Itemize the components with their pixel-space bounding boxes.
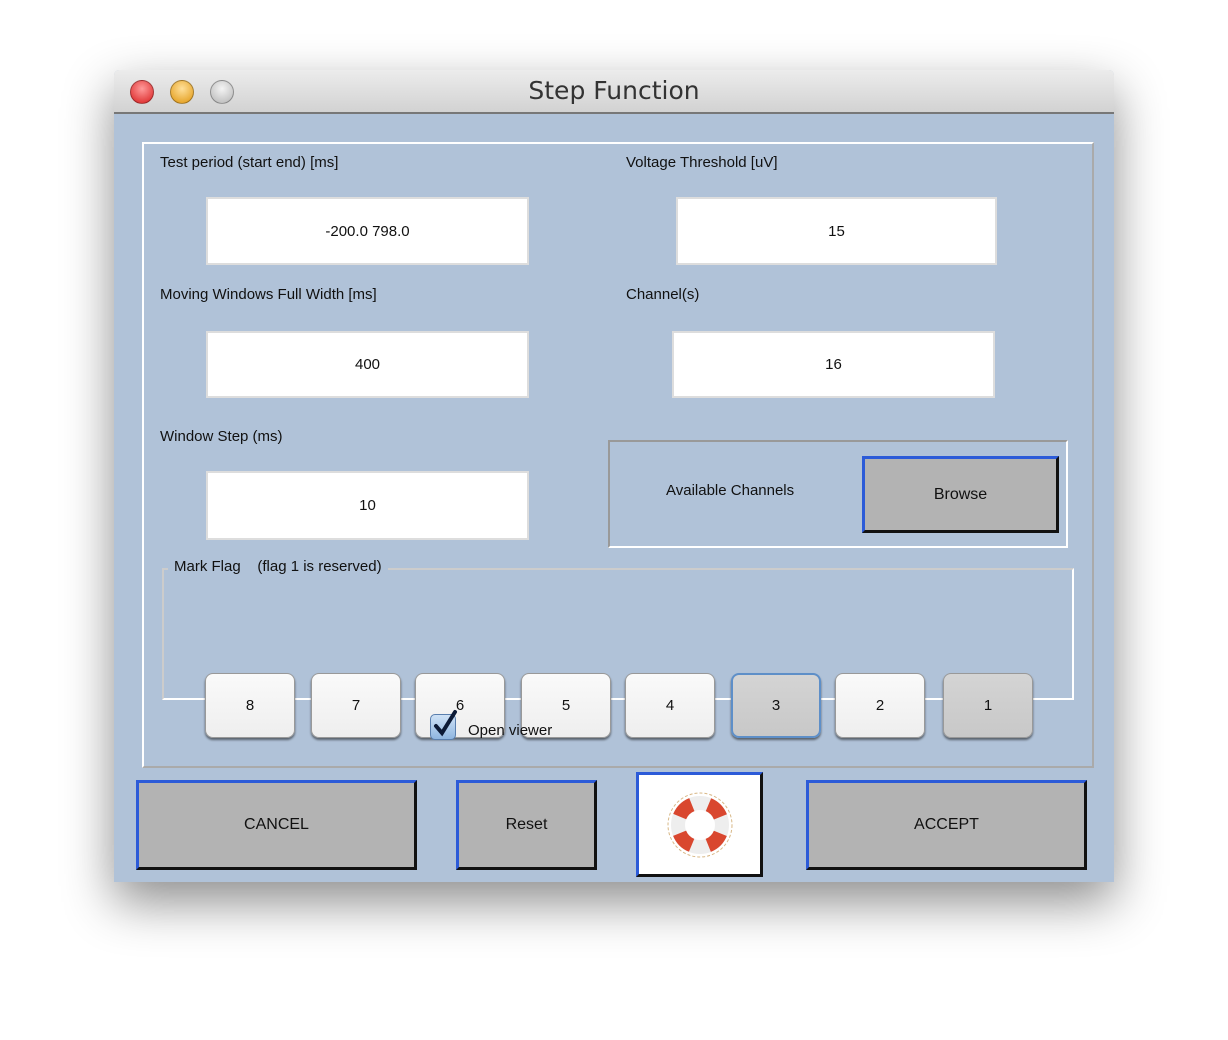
accept-button[interactable]: ACCEPT: [806, 780, 1087, 870]
flag-button-2[interactable]: 2: [835, 673, 925, 738]
flag-button-1[interactable]: 1: [943, 673, 1033, 738]
open-viewer-checkbox[interactable]: [430, 710, 457, 740]
window-step-input[interactable]: 10: [206, 471, 529, 540]
step-function-window: Step Function Test period (start end) [m…: [114, 70, 1114, 882]
available-channels-label: Available Channels: [666, 482, 795, 499]
flag-button-8[interactable]: 8: [205, 673, 295, 738]
voltage-threshold-label: Voltage Threshold [uV]: [626, 154, 778, 171]
window-step-label: Window Step (ms): [160, 428, 283, 445]
mark-flag-group: [162, 568, 1074, 700]
channels-label: Channel(s): [626, 286, 700, 303]
help-button[interactable]: [636, 772, 763, 877]
flag-button-3[interactable]: 3: [731, 673, 821, 738]
checkmark-icon: [434, 710, 457, 737]
mark-flag-legend: Mark Flag (flag 1 is reserved): [168, 558, 388, 575]
flag-button-7[interactable]: 7: [311, 673, 401, 738]
open-viewer-label: Open viewer: [468, 722, 553, 739]
cancel-button[interactable]: CANCEL: [136, 780, 417, 870]
voltage-threshold-input[interactable]: 15: [676, 197, 997, 265]
test-period-label: Test period (start end) [ms]: [160, 154, 339, 171]
window-title: Step Function: [528, 76, 700, 105]
browse-button[interactable]: Browse: [862, 456, 1059, 533]
lifebuoy-icon: [667, 792, 732, 857]
channels-input[interactable]: 16: [672, 331, 995, 398]
mark-flag-note: (flag 1 is reserved): [257, 558, 382, 575]
flag-button-4[interactable]: 4: [625, 673, 715, 738]
moving-window-input[interactable]: 400: [206, 331, 529, 398]
test-period-input[interactable]: -200.0 798.0: [206, 197, 529, 265]
moving-window-label: Moving Windows Full Width [ms]: [160, 286, 377, 303]
title-bar[interactable]: Step Function: [114, 70, 1114, 114]
mark-flag-label: Mark Flag: [174, 558, 241, 575]
reset-button[interactable]: Reset: [456, 780, 597, 870]
